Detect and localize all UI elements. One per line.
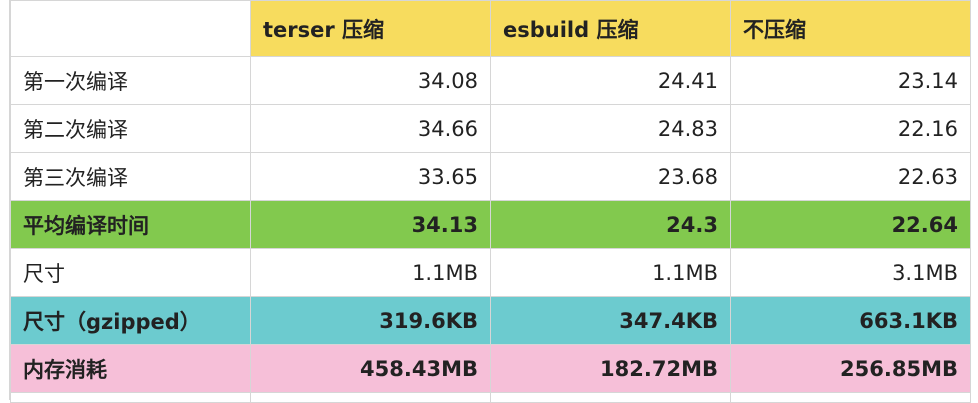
cell-build-1-terser[interactable]: 34.08 <box>250 56 491 105</box>
cell-memory-esbuild[interactable]: 182.72MB <box>490 344 731 393</box>
row-label-memory[interactable]: 内存消耗 <box>10 344 251 393</box>
table-row-average: 平均编译时间 34.13 24.3 22.64 <box>10 200 971 249</box>
table-row-gzipped: 尺寸（gzipped） 319.6KB 347.4KB 663.1KB <box>10 296 971 345</box>
spreadsheet: terser 压缩 esbuild 压缩 不压缩 第一次编译 34.08 24.… <box>0 0 978 403</box>
row-header-strip <box>0 0 10 400</box>
cell-build-3-terser[interactable]: 33.65 <box>250 152 491 201</box>
table-row: 第二次编译 34.66 24.83 22.16 <box>10 104 971 153</box>
table-row-empty <box>10 392 971 403</box>
cell-build-2-esbuild[interactable]: 24.83 <box>490 104 731 153</box>
row-label-build-3[interactable]: 第三次编译 <box>10 152 251 201</box>
table-row-memory: 内存消耗 458.43MB 182.72MB 256.85MB <box>10 344 971 393</box>
empty-cell[interactable] <box>250 392 491 403</box>
header-row: terser 压缩 esbuild 压缩 不压缩 <box>10 0 971 57</box>
header-cell-uncompressed[interactable]: 不压缩 <box>730 0 971 57</box>
row-label-gzipped[interactable]: 尺寸（gzipped） <box>10 296 251 345</box>
cell-gzipped-uncompressed[interactable]: 663.1KB <box>730 296 971 345</box>
empty-cell[interactable] <box>10 392 251 403</box>
table-row: 第一次编译 34.08 24.41 23.14 <box>10 56 971 105</box>
row-label-build-1[interactable]: 第一次编译 <box>10 56 251 105</box>
cell-average-terser[interactable]: 34.13 <box>250 200 491 249</box>
empty-cell[interactable] <box>730 392 971 403</box>
cell-gzipped-esbuild[interactable]: 347.4KB <box>490 296 731 345</box>
row-label-size[interactable]: 尺寸 <box>10 248 251 297</box>
cell-build-2-terser[interactable]: 34.66 <box>250 104 491 153</box>
comparison-table: terser 压缩 esbuild 压缩 不压缩 第一次编译 34.08 24.… <box>10 0 971 403</box>
cell-size-terser[interactable]: 1.1MB <box>250 248 491 297</box>
cell-average-esbuild[interactable]: 24.3 <box>490 200 731 249</box>
cell-build-3-uncompressed[interactable]: 22.63 <box>730 152 971 201</box>
header-cell-esbuild[interactable]: esbuild 压缩 <box>490 0 731 57</box>
cell-size-uncompressed[interactable]: 3.1MB <box>730 248 971 297</box>
cell-gzipped-terser[interactable]: 319.6KB <box>250 296 491 345</box>
cell-build-2-uncompressed[interactable]: 22.16 <box>730 104 971 153</box>
row-label-build-2[interactable]: 第二次编译 <box>10 104 251 153</box>
cell-average-uncompressed[interactable]: 22.64 <box>730 200 971 249</box>
cell-build-1-esbuild[interactable]: 24.41 <box>490 56 731 105</box>
table-row: 第三次编译 33.65 23.68 22.63 <box>10 152 971 201</box>
cell-memory-terser[interactable]: 458.43MB <box>250 344 491 393</box>
table-row-size: 尺寸 1.1MB 1.1MB 3.1MB <box>10 248 971 297</box>
empty-cell[interactable] <box>490 392 731 403</box>
cell-build-3-esbuild[interactable]: 23.68 <box>490 152 731 201</box>
header-cell-terser[interactable]: terser 压缩 <box>250 0 491 57</box>
row-label-average[interactable]: 平均编译时间 <box>10 200 251 249</box>
cell-size-esbuild[interactable]: 1.1MB <box>490 248 731 297</box>
cell-memory-uncompressed[interactable]: 256.85MB <box>730 344 971 393</box>
cell-build-1-uncompressed[interactable]: 23.14 <box>730 56 971 105</box>
cell-corner[interactable] <box>10 0 251 57</box>
